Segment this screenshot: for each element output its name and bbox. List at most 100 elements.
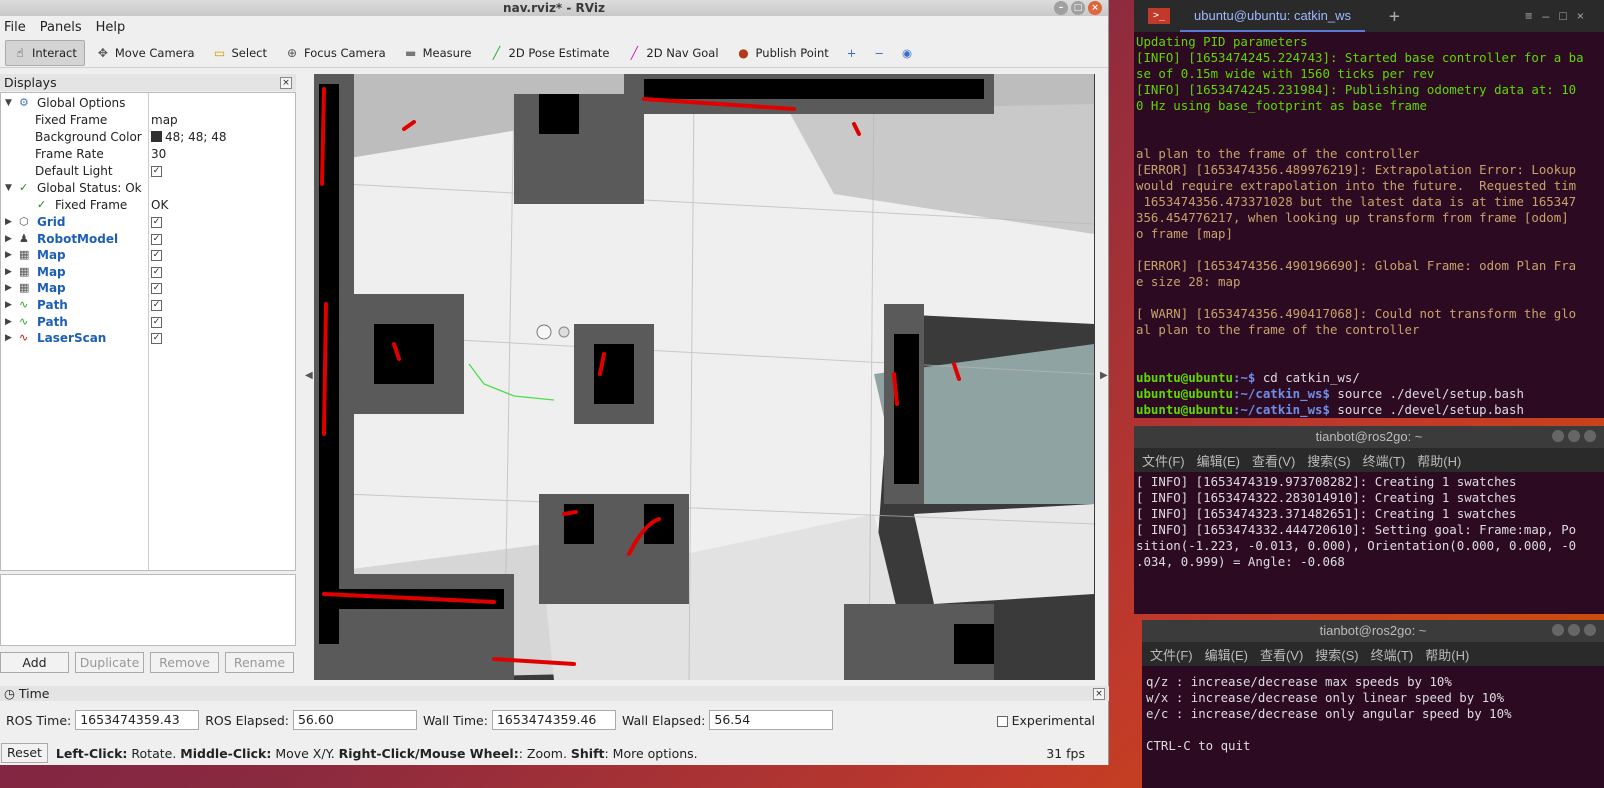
terminal-tianbot-1[interactable]: tianbot@ros2go: ~ 文件(F) 编辑(E) 查看(V) 搜索(S) 终端… — [1134, 426, 1604, 614]
close-icon[interactable]: × — [1088, 1, 1102, 15]
collapse-right-icon[interactable]: ▶ — [1100, 370, 1108, 381]
expand-arrow-icon[interactable]: ▼ — [5, 180, 12, 196]
add-button[interactable]: Add — [0, 652, 69, 673]
terminal-menu-item[interactable]: 帮助(H) — [1425, 645, 1469, 664]
terminal-menu-item[interactable]: 查看(V) — [1260, 645, 1303, 664]
terminal-catkin-ws[interactable]: >_ ubuntu@ubuntu: catkin_ws + ≡–□× Updat… — [1134, 0, 1604, 418]
enable-checkbox[interactable]: ✓ — [151, 316, 162, 328]
terminal-menu-item[interactable]: 终端(T) — [1363, 451, 1406, 470]
menu-file[interactable]: File — [4, 20, 26, 35]
tool-measure[interactable]: ▬ Measure — [397, 40, 479, 66]
tool-2d-nav-goal[interactable]: ╱ 2D Nav Goal — [620, 40, 725, 66]
default-light-checkbox[interactable]: ✓ — [151, 166, 162, 177]
tree-row-map[interactable]: ▶ ▦ Map ✓ — [1, 264, 295, 280]
wall-time-field[interactable]: 1653474359.46 — [491, 710, 616, 730]
reset-button[interactable]: Reset — [1, 743, 48, 763]
3d-viewport[interactable] — [314, 74, 1095, 680]
tree-row-default-light[interactable]: Default Light ✓ — [1, 163, 295, 179]
collapse-left-icon[interactable]: ◀ — [305, 370, 313, 381]
fixed-frame-value[interactable]: map — [151, 112, 178, 128]
tree-row-background-color[interactable]: Background Color 48; 48; 48 — [1, 129, 295, 145]
new-tab-icon[interactable]: + — [1389, 6, 1400, 27]
tree-row-path[interactable]: ▶ ∿ Path ✓ — [1, 314, 295, 330]
tree-row-grid[interactable]: ▶ ⬡ Grid ✓ — [1, 214, 295, 230]
displays-panel: Displays × ▼ ⚙ Global Options Fixed Fram… — [0, 74, 296, 676]
tool-focus-camera[interactable]: ⊕ Focus Camera — [278, 40, 393, 66]
tool-publish-point[interactable]: ● Publish Point — [730, 40, 836, 66]
expand-arrow-icon[interactable]: ▶ — [5, 264, 12, 280]
color-swatch[interactable] — [151, 131, 162, 142]
tree-row-frame-rate[interactable]: Frame Rate 30 — [1, 146, 295, 162]
terminal-menu-item[interactable]: 查看(V) — [1252, 451, 1295, 470]
prompt-path: :~/catkin_ws$ — [1232, 386, 1338, 401]
tool-move-camera[interactable]: ✥ Move Camera — [89, 40, 202, 66]
maximize-icon[interactable] — [1568, 624, 1580, 636]
expand-arrow-icon[interactable]: ▶ — [5, 314, 12, 330]
ros-elapsed-field[interactable]: 56.60 — [292, 710, 417, 730]
expand-arrow-icon[interactable]: ▶ — [5, 280, 12, 296]
tree-row-status-fixed-frame[interactable]: ✓ Fixed Frame OK — [1, 197, 295, 213]
tool-interact[interactable]: ☝ Interact — [5, 39, 85, 66]
tree-row-map[interactable]: ▶ ▦ Map ✓ — [1, 280, 295, 296]
enable-checkbox[interactable]: ✓ — [151, 283, 162, 295]
duplicate-button[interactable]: Duplicate — [75, 652, 144, 673]
enable-checkbox[interactable]: ✓ — [151, 233, 162, 245]
close-icon[interactable] — [1584, 430, 1596, 442]
enable-checkbox[interactable]: ✓ — [151, 333, 162, 345]
close-icon[interactable] — [1584, 624, 1596, 636]
experimental-checkbox[interactable] — [996, 715, 1008, 727]
tree-row-path[interactable]: ▶ ∿ Path ✓ — [1, 297, 295, 313]
terminal-menu-item[interactable]: 文件(F) — [1142, 451, 1185, 470]
minimize-icon[interactable]: – — [1054, 1, 1068, 15]
menu-panels[interactable]: Panels — [40, 20, 82, 35]
menu-help[interactable]: Help — [96, 20, 126, 35]
expand-arrow-icon[interactable]: ▶ — [5, 214, 12, 230]
tree-row-map[interactable]: ▶ ▦ Map ✓ — [1, 247, 295, 263]
zoom-out-icon[interactable]: − — [867, 40, 891, 66]
tree-row-laserscan[interactable]: ▶ ∿ LaserScan ✓ — [1, 330, 295, 346]
enable-checkbox[interactable]: ✓ — [151, 217, 162, 228]
enable-checkbox[interactable]: ✓ — [151, 266, 162, 278]
terminal-menu-item[interactable]: 编辑(E) — [1205, 645, 1248, 664]
frame-rate-value[interactable]: 30 — [151, 146, 166, 162]
enable-checkbox[interactable]: ✓ — [151, 250, 162, 262]
maximize-icon[interactable] — [1568, 430, 1580, 442]
close-panel-icon[interactable]: × — [1093, 687, 1105, 700]
tree-row-global-status[interactable]: ▼ ✓ Global Status: Ok — [1, 180, 295, 196]
terminal-menu-item[interactable]: 编辑(E) — [1197, 451, 1240, 470]
window-controls[interactable]: ≡–□× — [1525, 9, 1594, 23]
terminal-menu-item[interactable]: 帮助(H) — [1417, 451, 1461, 470]
close-panel-icon[interactable]: × — [280, 76, 292, 89]
tree-row-global-options[interactable]: ▼ ⚙ Global Options — [1, 95, 295, 111]
expand-arrow-icon[interactable]: ▶ — [5, 330, 12, 346]
terminal-menu-item[interactable]: 搜索(S) — [1307, 451, 1350, 470]
terminal-menu-item[interactable]: 文件(F) — [1150, 645, 1193, 664]
minimize-icon[interactable] — [1552, 430, 1564, 442]
terminal-menu-item[interactable]: 搜索(S) — [1315, 645, 1358, 664]
minimize-icon[interactable] — [1552, 624, 1564, 636]
eye-icon[interactable]: ◉ — [895, 40, 919, 66]
tree-row-fixed-frame[interactable]: Fixed Frame map — [1, 112, 295, 128]
terminal-menu-item[interactable]: 终端(T) — [1371, 645, 1414, 664]
tool-2d-pose-estimate[interactable]: ╱ 2D Pose Estimate — [483, 40, 617, 66]
tree-row-robotmodel[interactable]: ▶ ♟ RobotModel ✓ — [1, 231, 295, 247]
expand-arrow-icon[interactable]: ▶ — [5, 297, 12, 313]
background-color-value[interactable]: 48; 48; 48 — [165, 130, 227, 144]
hint-shift: Shift — [570, 745, 605, 761]
wall-elapsed-field[interactable]: 56.54 — [709, 710, 834, 730]
expand-arrow-icon[interactable]: ▼ — [5, 95, 12, 111]
hint-middle-click-desc: Move X/Y. — [271, 745, 339, 761]
rename-button[interactable]: Rename — [225, 652, 294, 673]
terminal-tianbot-2[interactable]: tianbot@ros2go: ~ 文件(F) 编辑(E) 查看(V) 搜索(S) 终端… — [1142, 620, 1604, 788]
zoom-in-icon[interactable]: + — [840, 40, 864, 66]
enable-checkbox[interactable]: ✓ — [151, 300, 162, 311]
tool-select[interactable]: ▭ Select — [206, 40, 274, 66]
remove-button[interactable]: Remove — [150, 652, 219, 673]
expand-arrow-icon[interactable]: ▶ — [5, 247, 12, 263]
maximize-icon[interactable]: □ — [1071, 1, 1085, 15]
expand-arrow-icon[interactable]: ▶ — [5, 231, 12, 247]
tool-label: Move Camera — [114, 45, 195, 60]
ros-time-field[interactable]: 1653474359.43 — [75, 710, 200, 730]
terminal-line: [ INFO] [1653474332.444720610]: Setting … — [1136, 522, 1577, 537]
terminal-tab[interactable]: ubuntu@ubuntu: catkin_ws — [1180, 0, 1366, 32]
